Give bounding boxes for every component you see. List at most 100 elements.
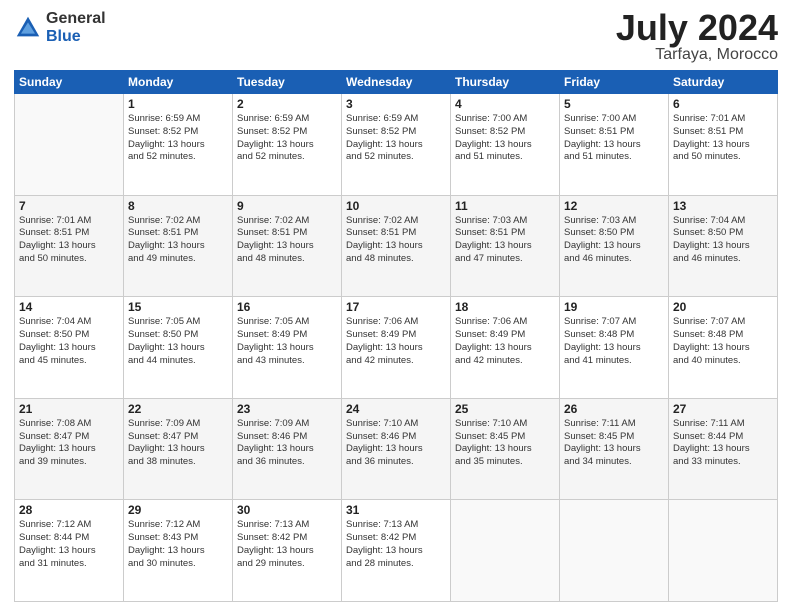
weekday-header-wednesday: Wednesday (342, 71, 451, 94)
day-info: Sunrise: 7:07 AM Sunset: 8:48 PM Dayligh… (673, 316, 773, 367)
day-number: 15 (128, 300, 228, 314)
day-number: 9 (237, 199, 337, 213)
day-info: Sunrise: 7:05 AM Sunset: 8:49 PM Dayligh… (237, 316, 337, 367)
day-info: Sunrise: 7:03 AM Sunset: 8:50 PM Dayligh… (564, 215, 664, 266)
day-number: 10 (346, 199, 446, 213)
day-cell: 16 Sunrise: 7:05 AM Sunset: 8:49 PM Dayli… (233, 297, 342, 399)
day-cell (451, 500, 560, 602)
day-cell: 2 Sunrise: 6:59 AM Sunset: 8:52 PM Daylig… (233, 94, 342, 196)
day-info: Sunrise: 7:01 AM Sunset: 8:51 PM Dayligh… (19, 215, 119, 266)
day-cell: 6 Sunrise: 7:01 AM Sunset: 8:51 PM Daylig… (669, 94, 778, 196)
day-cell: 23 Sunrise: 7:09 AM Sunset: 8:46 PM Dayli… (233, 398, 342, 500)
logo-blue: Blue (46, 28, 106, 46)
day-number: 22 (128, 402, 228, 416)
day-number: 28 (19, 503, 119, 517)
day-info: Sunrise: 7:11 AM Sunset: 8:45 PM Dayligh… (564, 418, 664, 469)
day-number: 17 (346, 300, 446, 314)
logo: General Blue (14, 10, 106, 45)
calendar-header: SundayMondayTuesdayWednesdayThursdayFrid… (15, 71, 778, 94)
day-info: Sunrise: 7:08 AM Sunset: 8:47 PM Dayligh… (19, 418, 119, 469)
header: General Blue July 2024 Tarfaya, Morocco (14, 10, 778, 64)
day-info: Sunrise: 7:03 AM Sunset: 8:51 PM Dayligh… (455, 215, 555, 266)
day-number: 26 (564, 402, 664, 416)
day-info: Sunrise: 7:13 AM Sunset: 8:42 PM Dayligh… (346, 519, 446, 570)
day-cell: 18Sunrise: 7:06 AM Sunset: 8:49 PM Dayli… (451, 297, 560, 399)
day-number: 13 (673, 199, 773, 213)
day-number: 16 (237, 300, 337, 314)
day-number: 6 (673, 97, 773, 111)
day-number: 21 (19, 402, 119, 416)
day-cell: 9 Sunrise: 7:02 AM Sunset: 8:51 PM Daylig… (233, 195, 342, 297)
day-info: Sunrise: 7:11 AM Sunset: 8:44 PM Dayligh… (673, 418, 773, 469)
day-cell: 15 Sunrise: 7:05 AM Sunset: 8:50 PM Dayli… (124, 297, 233, 399)
day-cell: 1Sunrise: 6:59 AM Sunset: 8:52 PM Daylig… (124, 94, 233, 196)
day-info: Sunrise: 7:10 AM Sunset: 8:46 PM Dayligh… (346, 418, 446, 469)
weekday-header-thursday: Thursday (451, 71, 560, 94)
day-cell: 4 Sunrise: 7:00 AM Sunset: 8:52 PM Daylig… (451, 94, 560, 196)
week-row-4: 21 Sunrise: 7:08 AM Sunset: 8:47 PM Dayli… (15, 398, 778, 500)
day-number: 5 (564, 97, 664, 111)
day-cell: 11 Sunrise: 7:03 AM Sunset: 8:51 PM Dayli… (451, 195, 560, 297)
title-block: July 2024 Tarfaya, Morocco (616, 10, 778, 64)
day-number: 19 (564, 300, 664, 314)
calendar-table: SundayMondayTuesdayWednesdayThursdayFrid… (14, 70, 778, 602)
day-cell: 26 Sunrise: 7:11 AM Sunset: 8:45 PM Dayli… (560, 398, 669, 500)
day-cell: 5 Sunrise: 7:00 AM Sunset: 8:51 PM Daylig… (560, 94, 669, 196)
day-number: 7 (19, 199, 119, 213)
day-info: Sunrise: 7:06 AM Sunset: 8:49 PM Dayligh… (455, 316, 555, 367)
page: General Blue July 2024 Tarfaya, Morocco … (0, 0, 792, 612)
day-info: Sunrise: 7:13 AM Sunset: 8:42 PM Dayligh… (237, 519, 337, 570)
day-info: Sunrise: 7:00 AM Sunset: 8:51 PM Dayligh… (564, 113, 664, 164)
day-cell: 10 Sunrise: 7:02 AM Sunset: 8:51 PM Dayli… (342, 195, 451, 297)
day-cell: 12 Sunrise: 7:03 AM Sunset: 8:50 PM Dayli… (560, 195, 669, 297)
day-cell: 22Sunrise: 7:09 AM Sunset: 8:47 PM Dayli… (124, 398, 233, 500)
day-cell: 29 Sunrise: 7:12 AM Sunset: 8:43 PM Dayli… (124, 500, 233, 602)
day-info: Sunrise: 7:12 AM Sunset: 8:44 PM Dayligh… (19, 519, 119, 570)
day-number: 1 (128, 97, 228, 111)
day-number: 8 (128, 199, 228, 213)
day-cell (15, 94, 124, 196)
day-cell: 21 Sunrise: 7:08 AM Sunset: 8:47 PM Dayli… (15, 398, 124, 500)
day-number: 30 (237, 503, 337, 517)
day-number: 11 (455, 199, 555, 213)
day-number: 2 (237, 97, 337, 111)
day-cell: 27 Sunrise: 7:11 AM Sunset: 8:44 PM Dayli… (669, 398, 778, 500)
day-number: 20 (673, 300, 773, 314)
weekday-header-friday: Friday (560, 71, 669, 94)
day-cell: 13Sunrise: 7:04 AM Sunset: 8:50 PM Dayli… (669, 195, 778, 297)
day-info: Sunrise: 7:02 AM Sunset: 8:51 PM Dayligh… (128, 215, 228, 266)
day-number: 23 (237, 402, 337, 416)
week-row-5: 28 Sunrise: 7:12 AM Sunset: 8:44 PM Dayli… (15, 500, 778, 602)
day-info: Sunrise: 7:02 AM Sunset: 8:51 PM Dayligh… (346, 215, 446, 266)
day-number: 29 (128, 503, 228, 517)
week-row-3: 14Sunrise: 7:04 AM Sunset: 8:50 PM Dayli… (15, 297, 778, 399)
day-info: Sunrise: 7:05 AM Sunset: 8:50 PM Dayligh… (128, 316, 228, 367)
day-info: Sunrise: 7:12 AM Sunset: 8:43 PM Dayligh… (128, 519, 228, 570)
weekday-header-monday: Monday (124, 71, 233, 94)
day-number: 27 (673, 402, 773, 416)
logo-general: General (46, 10, 106, 28)
day-info: Sunrise: 7:01 AM Sunset: 8:51 PM Dayligh… (673, 113, 773, 164)
day-cell: 14Sunrise: 7:04 AM Sunset: 8:50 PM Dayli… (15, 297, 124, 399)
day-cell: 30 Sunrise: 7:13 AM Sunset: 8:42 PM Dayli… (233, 500, 342, 602)
day-cell: 7 Sunrise: 7:01 AM Sunset: 8:51 PM Daylig… (15, 195, 124, 297)
day-info: Sunrise: 6:59 AM Sunset: 8:52 PM Dayligh… (237, 113, 337, 164)
day-number: 4 (455, 97, 555, 111)
day-number: 25 (455, 402, 555, 416)
week-row-2: 7 Sunrise: 7:01 AM Sunset: 8:51 PM Daylig… (15, 195, 778, 297)
day-number: 3 (346, 97, 446, 111)
main-title: July 2024 (616, 10, 778, 46)
day-cell: 28 Sunrise: 7:12 AM Sunset: 8:44 PM Dayli… (15, 500, 124, 602)
day-info: Sunrise: 7:06 AM Sunset: 8:49 PM Dayligh… (346, 316, 446, 367)
day-info: Sunrise: 7:04 AM Sunset: 8:50 PM Dayligh… (19, 316, 119, 367)
day-info: Sunrise: 6:59 AM Sunset: 8:52 PM Dayligh… (346, 113, 446, 164)
day-number: 12 (564, 199, 664, 213)
day-info: Sunrise: 7:09 AM Sunset: 8:46 PM Dayligh… (237, 418, 337, 469)
day-cell: 24 Sunrise: 7:10 AM Sunset: 8:46 PM Dayli… (342, 398, 451, 500)
day-info: Sunrise: 7:02 AM Sunset: 8:51 PM Dayligh… (237, 215, 337, 266)
day-cell: 17 Sunrise: 7:06 AM Sunset: 8:49 PM Dayli… (342, 297, 451, 399)
day-number: 24 (346, 402, 446, 416)
day-info: Sunrise: 7:00 AM Sunset: 8:52 PM Dayligh… (455, 113, 555, 164)
weekday-header-saturday: Saturday (669, 71, 778, 94)
day-cell: 19Sunrise: 7:07 AM Sunset: 8:48 PM Dayli… (560, 297, 669, 399)
